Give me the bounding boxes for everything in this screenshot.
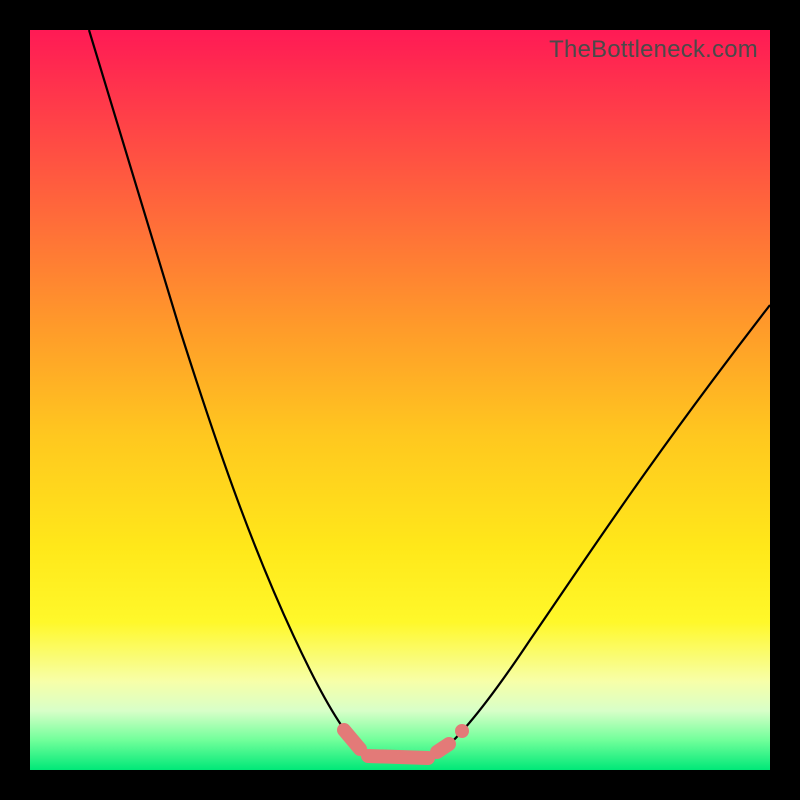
curve-right-path xyxy=(438,305,770,754)
chart-frame: TheBottleneck.com xyxy=(0,0,800,800)
marker-seg-1 xyxy=(344,730,360,749)
marker-seg-3 xyxy=(437,744,449,752)
marker-seg-2 xyxy=(368,756,428,758)
chart-plot-area: TheBottleneck.com xyxy=(30,30,770,770)
marker-dot-4 xyxy=(456,725,469,738)
curve-svg xyxy=(30,30,770,770)
curve-left-path xyxy=(89,30,363,752)
marker-group xyxy=(344,725,469,759)
